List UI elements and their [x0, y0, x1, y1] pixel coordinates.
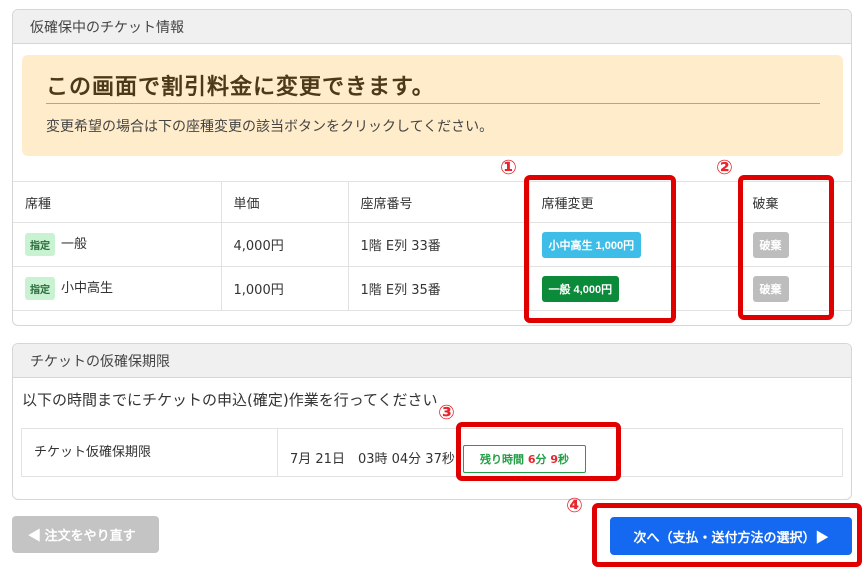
discount-notice: この画面で割引料金に変更できます。 変更希望の場合は下の座種変更の該当ボタンをク…: [22, 55, 843, 156]
notice-text: 変更希望の場合は下の座種変更の該当ボタンをクリックしてください。: [46, 119, 494, 135]
table-row: チケット仮確保期限 7月 21日 03時 04分 37秒 残り時間 6分 9秒: [21, 428, 843, 477]
deadline-datetime: 7月 21日 03時 04分 37秒: [290, 451, 455, 467]
table-row: 指定 一般 4,000円 1階 E列 33番 小中高生 1,000円 破棄: [13, 222, 851, 267]
seat-type: 一般: [61, 237, 88, 252]
deadline-instruction: 以下の時間までにチケットの申込(確定)作業を行ってください: [22, 391, 438, 409]
seat-type-cell: 指定 小中高生: [13, 266, 222, 311]
seat-table-header: 席種 単価 座席番号 席種変更 破棄: [13, 181, 851, 223]
annotation-number-3: ③: [438, 400, 455, 424]
reserved-badge: 指定: [25, 233, 55, 256]
seat-type-cell: 指定 一般: [13, 222, 222, 267]
hold-deadline-panel: チケットの仮確保期限 以下の時間までにチケットの申込(確定)作業を行ってください…: [12, 343, 852, 500]
annotation-box-4: [592, 503, 862, 567]
annotation-number-4: ④: [566, 493, 583, 517]
seat-type: 小中高生: [61, 281, 114, 296]
annotation-box-1: [524, 175, 676, 323]
col-price: 単価: [221, 181, 349, 223]
price-cell: 1,000円: [221, 266, 349, 311]
annotation-box-3: [456, 422, 621, 481]
price-cell: 4,000円: [221, 222, 349, 267]
col-seat-number: 座席番号: [348, 181, 530, 223]
annotation-number-2: ②: [716, 155, 733, 179]
notice-title: この画面で割引料金に変更できます。: [46, 75, 435, 100]
notice-divider: [46, 103, 820, 104]
hold-deadline-heading: チケットの仮確保期限: [13, 344, 851, 378]
seat-number-cell: 1階 E列 33番: [348, 222, 530, 267]
col-seat-type: 席種: [13, 181, 222, 223]
ticket-info-heading: 仮確保中のチケット情報: [13, 10, 851, 44]
deadline-table: チケット仮確保期限 7月 21日 03時 04分 37秒 残り時間 6分 9秒: [21, 428, 843, 477]
annotation-box-2: [738, 175, 834, 320]
seat-table: 席種 単価 座席番号 席種変更 破棄 指定 一般 4,000円 1階 E列 33番…: [13, 181, 851, 311]
table-row: 指定 小中高生 1,000円 1階 E列 35番 一般 4,000円 破棄: [13, 266, 851, 311]
restart-order-button[interactable]: ◀ 注文をやり直す: [12, 516, 159, 553]
reserved-badge: 指定: [25, 277, 55, 300]
annotation-number-1: ①: [500, 155, 517, 179]
deadline-label: チケット仮確保期限: [21, 428, 278, 477]
seat-number-cell: 1階 E列 35番: [348, 266, 530, 311]
